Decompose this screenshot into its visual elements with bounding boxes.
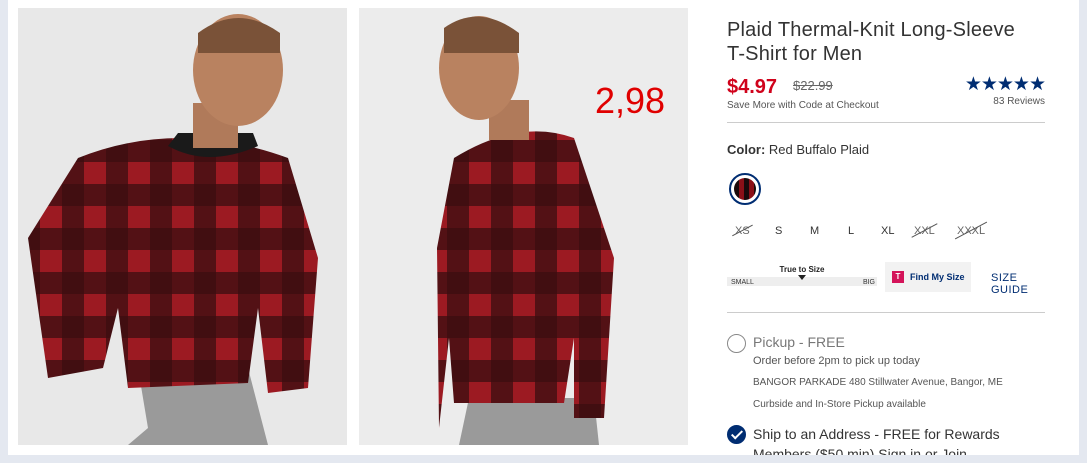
find-my-size-button[interactable]: T Find My Size <box>885 262 971 292</box>
bottom-edge <box>0 455 1087 463</box>
size-option-m[interactable]: M <box>810 221 819 241</box>
divider <box>727 122 1045 123</box>
reviews-link[interactable]: 83 Reviews <box>993 96 1045 107</box>
fit-big-label: BIG <box>862 279 875 286</box>
fit-small-label: SMALL <box>731 279 754 286</box>
color-value: Red Buffalo Plaid <box>768 142 870 157</box>
fit-indicator: True to Size SMALL BIG <box>727 262 877 290</box>
product-title: Plaid Thermal-Knit Long-Sleeve T-Shirt f… <box>727 18 1047 66</box>
divider <box>727 312 1045 313</box>
color-swatch-red-buffalo-plaid[interactable] <box>729 173 761 205</box>
plaid-swatch-icon <box>734 178 756 200</box>
size-option-l[interactable]: L <box>848 221 854 241</box>
star-rating-icon[interactable]: ★★★★★ <box>965 73 1046 96</box>
pickup-title: Pickup - FREE <box>753 334 845 350</box>
ship-to-address-detail: Members ($50 min) Sign in or Join <box>753 446 967 455</box>
overlay-price-annotation: 2,98 <box>595 80 666 121</box>
color-label: Color: Red Buffalo Plaid <box>727 142 869 157</box>
product-info-panel: Plaid Thermal-Knit Long-Sleeve T-Shirt f… <box>727 0 1047 455</box>
product-page: 2,98 Plaid Thermal-Knit Long-Sleeve T-Sh… <box>8 0 1079 455</box>
size-option-xxxl[interactable]: XXXL <box>957 221 985 241</box>
ship-to-address-radio[interactable] <box>727 425 746 444</box>
sale-price: $4.97 <box>727 76 778 98</box>
size-selector: XS S M L XL XXL XXXL <box>727 221 1017 241</box>
size-guide-link[interactable]: SIZE GUIDE <box>991 272 1047 296</box>
product-title-line2: T-Shirt for Men <box>727 43 863 65</box>
model-front-photo <box>18 8 347 445</box>
vertical-scrollbar[interactable] <box>1079 0 1087 463</box>
size-option-xs[interactable]: XS <box>735 221 750 241</box>
pickup-radio[interactable] <box>727 334 746 353</box>
fit-label: True to Size <box>779 265 825 274</box>
size-option-xxl[interactable]: XXL <box>914 221 935 241</box>
true-fit-icon: T <box>892 271 904 283</box>
product-image-side[interactable]: 2,98 <box>359 8 688 445</box>
model-side-photo <box>359 8 688 445</box>
find-my-size-label: Find My Size <box>910 272 965 282</box>
size-option-s[interactable]: S <box>775 221 782 241</box>
pickup-options: Curbside and In-Store Pickup available <box>753 399 926 410</box>
pickup-store-address[interactable]: BANGOR PARKADE 480 Stillwater Avenue, Ba… <box>753 377 1003 388</box>
color-label-key: Color: <box>727 142 766 157</box>
fit-marker-icon <box>798 275 806 280</box>
ship-to-address-title: Ship to an Address - FREE for Rewards <box>753 426 1000 442</box>
original-price: $22.99 <box>793 78 833 93</box>
pickup-note: Order before 2pm to pick up today <box>753 355 920 367</box>
promo-text: Save More with Code at Checkout <box>727 100 879 111</box>
size-option-xl[interactable]: XL <box>881 221 894 241</box>
product-image-front[interactable] <box>18 8 347 445</box>
product-title-line1: Plaid Thermal-Knit Long-Sleeve <box>727 19 1016 41</box>
